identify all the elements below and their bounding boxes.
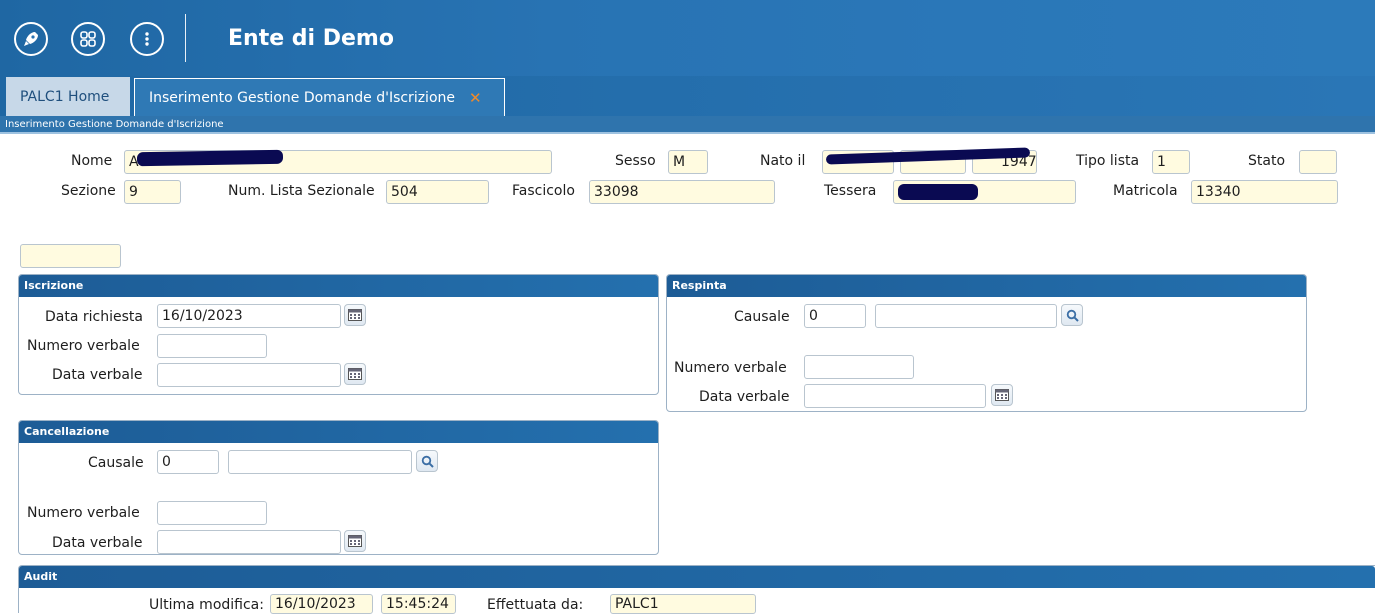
respinta-data-verbale-label: Data verbale xyxy=(699,389,790,405)
cancellazione-causale-label: Causale xyxy=(88,455,144,471)
search-icon[interactable] xyxy=(1061,304,1083,326)
stato-field[interactable] xyxy=(1299,150,1337,174)
matricola-label: Matricola xyxy=(1113,183,1178,199)
fascicolo-label: Fascicolo xyxy=(512,183,575,199)
fascicolo-field[interactable]: 33098 xyxy=(589,180,775,204)
respinta-panel-title: Respinta xyxy=(667,275,1306,297)
calendar-icon[interactable] xyxy=(991,384,1013,406)
cancellazione-data-verbale-label: Data verbale xyxy=(52,535,143,551)
tipo-lista-label: Tipo lista xyxy=(1076,153,1140,169)
audit-ora-field[interactable]: 15:45:24 xyxy=(381,594,456,614)
calendar-icon[interactable] xyxy=(344,530,366,552)
tab-inserimento-label: Inserimento Gestione Domande d'Iscrizion… xyxy=(149,89,455,106)
top-bar: Ente di Demo xyxy=(0,0,1375,76)
cancellazione-data-verbale-field[interactable] xyxy=(157,530,341,554)
app-title: Ente di Demo xyxy=(228,26,394,51)
sesso-label: Sesso xyxy=(615,153,656,169)
sezione-label: Sezione xyxy=(61,183,116,199)
cancellazione-causale-desc-field[interactable] xyxy=(228,450,412,474)
audit-ultima-modifica-label: Ultima modifica: xyxy=(149,597,264,613)
num-lista-field[interactable]: 504 xyxy=(386,180,489,204)
respinta-causale-label: Causale xyxy=(734,309,790,325)
respinta-numero-verbale-label: Numero verbale xyxy=(674,360,787,376)
num-lista-label: Num. Lista Sezionale xyxy=(228,183,375,199)
cancellazione-numero-verbale-field[interactable] xyxy=(157,501,267,525)
stato-label: Stato xyxy=(1248,153,1286,169)
iscrizione-data-verbale-label: Data verbale xyxy=(52,367,143,383)
cancellazione-causale-code-field[interactable]: 0 xyxy=(157,450,219,474)
nome-label: Nome xyxy=(71,153,113,169)
iscrizione-panel-title: Iscrizione xyxy=(19,275,658,297)
header-separator xyxy=(185,14,186,62)
cancellazione-panel-title: Cancellazione xyxy=(19,421,658,443)
iscrizione-data-richiesta-label: Data richiesta xyxy=(45,309,143,325)
audit-data-field[interactable]: 16/10/2023 xyxy=(270,594,373,614)
rocket-icon[interactable] xyxy=(14,22,48,56)
breadcrumb: Inserimento Gestione Domande d'Iscrizion… xyxy=(0,116,1375,134)
tab-home-label: PALC1 Home xyxy=(20,88,110,105)
search-icon[interactable] xyxy=(416,450,438,472)
tab-inserimento[interactable]: Inserimento Gestione Domande d'Iscrizion… xyxy=(134,78,505,116)
cancellazione-numero-verbale-label: Numero verbale xyxy=(27,505,140,521)
more-vertical-icon[interactable] xyxy=(130,22,164,56)
audit-effettuata-field[interactable]: PALC1 xyxy=(610,594,756,614)
iscrizione-numero-verbale-field[interactable] xyxy=(157,334,267,358)
respinta-data-verbale-field[interactable] xyxy=(804,384,986,408)
audit-panel-title: Audit xyxy=(19,566,1375,588)
redaction-mark xyxy=(898,184,978,200)
audit-effettuata-label: Effettuata da: xyxy=(487,597,584,613)
calendar-icon[interactable] xyxy=(344,304,366,326)
tab-home[interactable]: PALC1 Home xyxy=(6,77,130,116)
iscrizione-numero-verbale-label: Numero verbale xyxy=(27,338,140,354)
respinta-causale-desc-field[interactable] xyxy=(875,304,1057,328)
tessera-label: Tessera xyxy=(824,183,877,199)
nato-il-label: Nato il xyxy=(760,153,806,169)
matricola-field[interactable]: 13340 xyxy=(1191,180,1338,204)
calendar-icon[interactable] xyxy=(344,363,366,385)
extra-field[interactable] xyxy=(20,244,121,268)
sezione-field[interactable]: 9 xyxy=(124,180,181,204)
respinta-causale-code-field[interactable]: 0 xyxy=(804,304,866,328)
iscrizione-data-verbale-field[interactable] xyxy=(157,363,341,387)
redaction-mark xyxy=(136,149,284,167)
close-tab-icon[interactable]: ✕ xyxy=(469,89,482,107)
tab-bar: PALC1 Home Inserimento Gestione Domande … xyxy=(0,76,1375,116)
tipo-lista-field[interactable]: 1 xyxy=(1152,150,1190,174)
sesso-field[interactable]: M xyxy=(668,150,708,174)
respinta-numero-verbale-field[interactable] xyxy=(804,355,914,379)
iscrizione-data-richiesta-field[interactable]: 16/10/2023 xyxy=(157,304,341,328)
apps-grid-icon[interactable] xyxy=(71,22,105,56)
